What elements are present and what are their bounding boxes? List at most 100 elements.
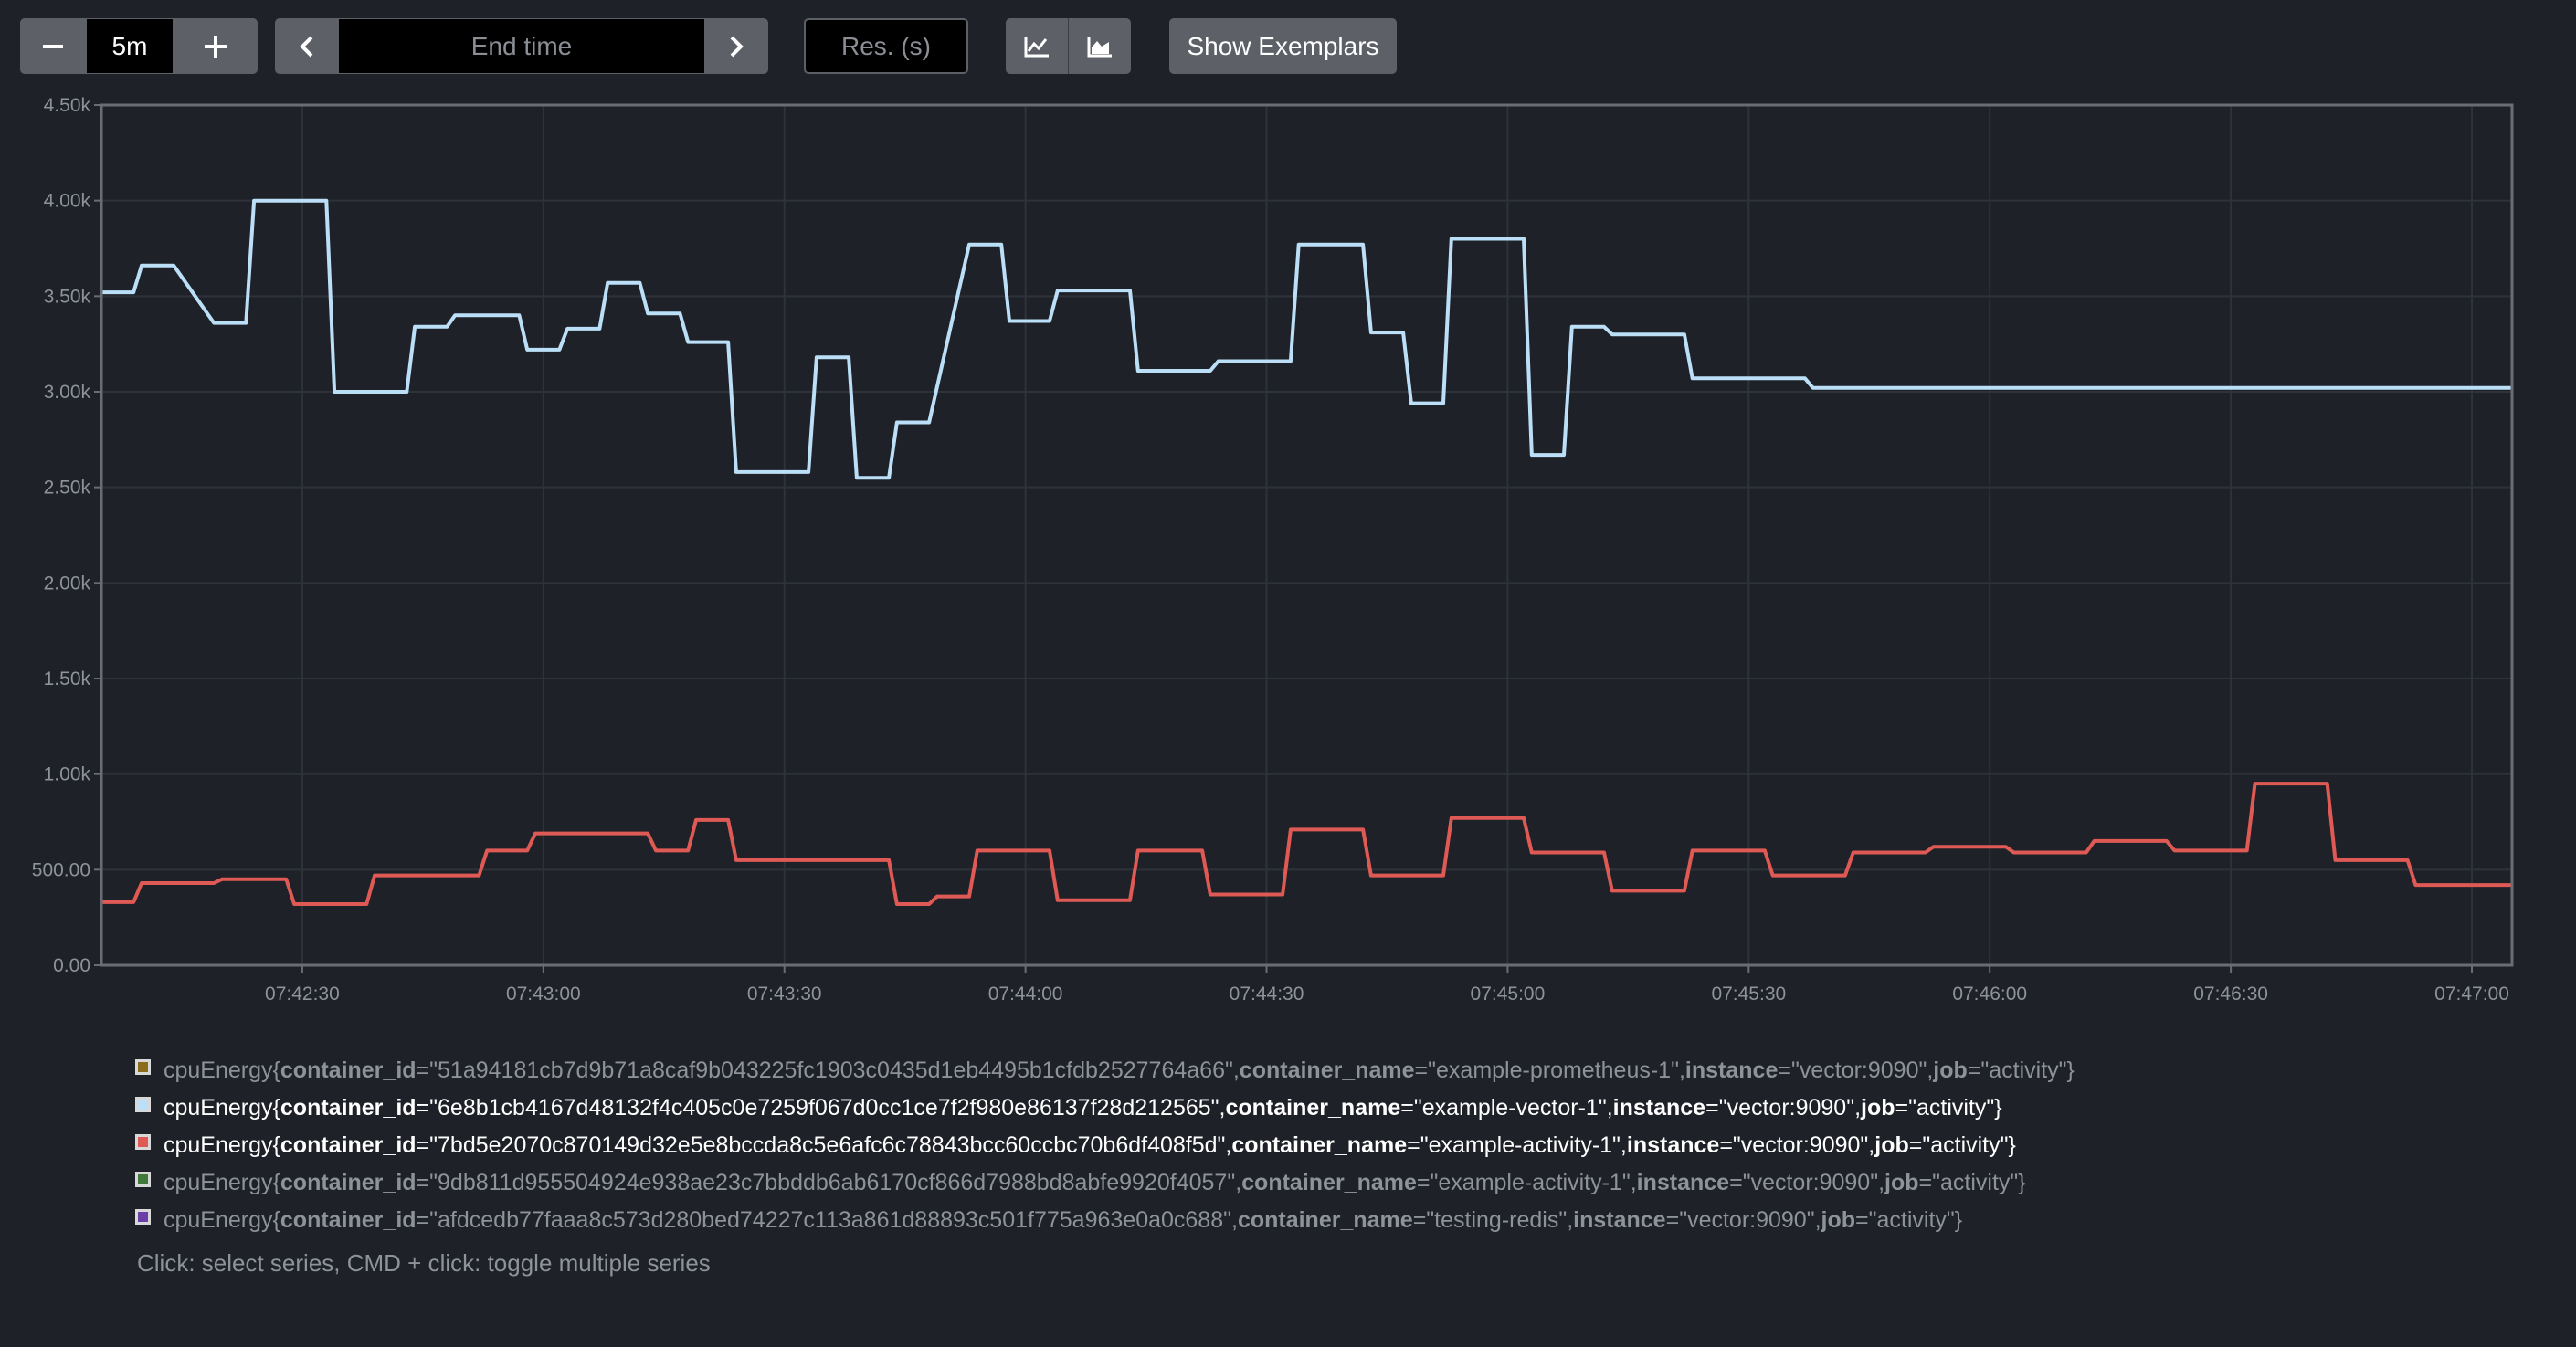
label-key: container_name: [1239, 1058, 1415, 1083]
graph-chart[interactable]: 0.00 500.00 1.00k 1.50k 2.00k 2.50k 3.00k 3.50k…: [0, 91, 2576, 1014]
label-value: ="example-prometheus-1",: [1414, 1058, 1685, 1083]
label-value: ="activity"}: [1918, 1170, 2026, 1195]
legend-item[interactable]: cpuEnergy{container_id ="afdcedb77faaa8c5…: [135, 1202, 2510, 1239]
legend: cpuEnergy{container_id ="51a94181cb7d9b71…: [135, 1052, 2510, 1239]
series-lines: [101, 198, 2512, 906]
y-tick-label: 4.00k: [44, 191, 91, 212]
y-axis-ticks: 0.00 500.00 1.00k 1.50k 2.00k 2.50k 3.00k 3.50k…: [32, 95, 101, 976]
label-value: ="activity"}: [1855, 1207, 1963, 1233]
decrease-range-button[interactable]: [20, 18, 86, 74]
y-tick-label: 4.50k: [44, 95, 91, 116]
legend-item[interactable]: cpuEnergy{container_id ="7bd5e2070c870149…: [135, 1127, 2510, 1164]
legend-item[interactable]: cpuEnergy{container_id ="6e8b1cb4167d4813…: [135, 1089, 2510, 1127]
graph-toolbar: 5m End time Res. (s) Show Exemplars: [0, 0, 2576, 91]
x-tick-label: 07:45:30: [1711, 984, 1786, 1005]
x-tick-label: 07:44:30: [1230, 984, 1304, 1005]
label-value: ="6e8b1cb4167d48132f4c405c0e7259f067d0cc…: [416, 1095, 1226, 1121]
series-swatch: [135, 1172, 151, 1187]
y-tick-label: 3.00k: [44, 382, 91, 403]
label-value: ="activity"}: [1967, 1058, 2075, 1083]
label-key: job: [1861, 1095, 1895, 1121]
y-tick-label: 1.50k: [44, 668, 91, 689]
metric-name: cpuEnergy: [164, 1170, 273, 1195]
x-tick-label: 07:44:00: [988, 984, 1063, 1005]
range-control: 5m: [20, 18, 258, 74]
y-tick-label: 2.50k: [44, 478, 91, 499]
resolution-input[interactable]: Res. (s): [804, 18, 968, 74]
brace: {: [272, 1132, 280, 1158]
label-key: container_id: [280, 1207, 417, 1233]
label-key: container_id: [280, 1058, 417, 1083]
end-time-control: End time: [275, 18, 768, 74]
label-key: container_name: [1231, 1132, 1408, 1158]
label-key: instance: [1684, 1058, 1779, 1083]
legend-item[interactable]: cpuEnergy{container_id ="51a94181cb7d9b71…: [135, 1052, 2510, 1089]
end-time-input[interactable]: End time: [339, 18, 704, 74]
range-input[interactable]: 5m: [86, 18, 174, 74]
label-value: ="vector:9090",: [1729, 1170, 1885, 1195]
label-value: ="example-vector-1",: [1400, 1095, 1613, 1121]
chevron-right-icon: [730, 36, 744, 57]
stacked-chart-button[interactable]: [1069, 18, 1131, 74]
increase-range-button[interactable]: [174, 18, 258, 74]
series-swatch: [135, 1134, 151, 1150]
x-tick-label: 07:47:00: [2434, 984, 2509, 1005]
brace: {: [272, 1058, 280, 1083]
metric-name: cpuEnergy: [164, 1095, 273, 1121]
legend-item[interactable]: cpuEnergy{container_id ="9db811d955504924…: [135, 1164, 2510, 1202]
brace: {: [272, 1170, 280, 1195]
label-key: job: [1874, 1132, 1909, 1158]
metric-name: cpuEnergy: [164, 1132, 273, 1158]
label-value: ="vector:9090",: [1719, 1132, 1875, 1158]
label-key: job: [1933, 1058, 1968, 1083]
x-tick-label: 07:46:00: [1952, 984, 2027, 1005]
metric-name: cpuEnergy: [164, 1058, 273, 1083]
grid-lines: [101, 104, 2512, 966]
line-chart-button[interactable]: [1006, 18, 1068, 74]
label-value: ="vector:9090",: [1778, 1058, 1934, 1083]
line-chart-icon: [1024, 36, 1049, 57]
label-value: ="vector:9090",: [1665, 1207, 1821, 1233]
series-swatch: [135, 1097, 151, 1112]
series-line-0: [101, 198, 2512, 480]
label-value: ="51a94181cb7d9b71a8caf9b043225fc1903c04…: [416, 1058, 1240, 1083]
series-line-1: [101, 782, 2512, 906]
x-tick-label: 07:45:00: [1471, 984, 1546, 1005]
y-tick-label: 2.00k: [44, 573, 91, 594]
label-key: job: [1821, 1207, 1856, 1233]
chart-type-toggle: [1006, 18, 1131, 74]
y-tick-label: 500.00: [32, 859, 90, 880]
label-value: ="vector:9090",: [1705, 1095, 1862, 1121]
label-key: container_name: [1225, 1095, 1401, 1121]
y-tick-label: 0.00: [53, 955, 90, 976]
label-value: ="testing-redis",: [1412, 1207, 1574, 1233]
label-key: container_id: [280, 1095, 417, 1121]
chevron-left-icon: [300, 36, 313, 57]
label-key: instance: [1573, 1207, 1666, 1233]
label-value: ="example-activity-1",: [1416, 1170, 1637, 1195]
label-value: ="activity"}: [1895, 1095, 2002, 1121]
metric-name: cpuEnergy: [164, 1207, 273, 1233]
x-tick-label: 07:43:30: [747, 984, 822, 1005]
previous-time-button[interactable]: [275, 18, 339, 74]
label-key: instance: [1636, 1170, 1730, 1195]
label-key: container_name: [1237, 1207, 1413, 1233]
label-value: ="7bd5e2070c870149d32e5e8bccda8c5e6afc6c…: [416, 1132, 1232, 1158]
next-time-button[interactable]: [704, 18, 768, 74]
brace: {: [272, 1207, 280, 1233]
x-tick-label: 07:43:00: [506, 984, 581, 1005]
stacked-chart-icon: [1087, 36, 1112, 57]
minus-icon: [43, 44, 63, 48]
show-exemplars-button[interactable]: Show Exemplars: [1169, 18, 1397, 74]
x-axis-ticks: 07:42:30 07:43:00 07:43:30 07:44:00 07:44:30…: [265, 965, 2509, 1005]
series-swatch: [135, 1059, 151, 1075]
legend-hint: Click: select series, CMD + click: toggl…: [137, 1249, 711, 1277]
plot-frame: [100, 103, 2514, 967]
label-value: ="activity"}: [1908, 1132, 2016, 1158]
y-tick-label: 1.00k: [44, 764, 91, 785]
x-tick-label: 07:46:30: [2193, 984, 2268, 1005]
plus-icon: [205, 35, 227, 58]
y-tick-label: 3.50k: [44, 286, 91, 307]
label-key: container_id: [280, 1132, 417, 1158]
label-key: container_name: [1241, 1170, 1417, 1195]
